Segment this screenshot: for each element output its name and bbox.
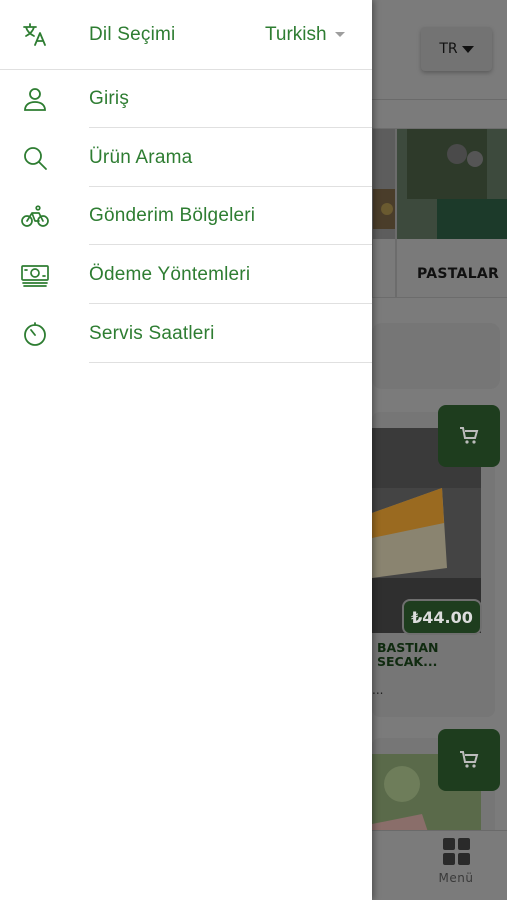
drawer-item-login[interactable]: Giriş bbox=[0, 70, 372, 128]
category-image bbox=[397, 129, 507, 239]
divider bbox=[89, 127, 372, 128]
header-divider bbox=[372, 99, 507, 100]
product-description: ... bbox=[372, 683, 384, 697]
search-icon bbox=[21, 144, 49, 172]
language-dropdown[interactable]: Turkish bbox=[265, 24, 345, 46]
language-selection-row[interactable]: Dil Seçimi Turkish bbox=[0, 0, 372, 70]
category-label: PASTALAR bbox=[417, 266, 500, 282]
product-name-line1: BASTIAN bbox=[377, 640, 439, 655]
bicycle-icon bbox=[21, 202, 49, 230]
language-selected-value: Turkish bbox=[265, 23, 327, 45]
category-card[interactable] bbox=[372, 128, 396, 298]
drawer-item-label: Servis Saatleri bbox=[89, 323, 215, 344]
price-badge: ₺44.00 bbox=[402, 599, 482, 635]
menu-tab[interactable]: Menü bbox=[430, 838, 482, 885]
user-icon bbox=[21, 85, 49, 113]
dropdown-arrow-icon bbox=[334, 32, 345, 37]
language-button[interactable]: TR bbox=[421, 27, 492, 71]
timer-icon bbox=[21, 320, 49, 348]
menu-tab-label: Menü bbox=[438, 871, 474, 885]
caret-down-icon bbox=[461, 45, 474, 53]
drawer-item-label: Ödeme Yöntemleri bbox=[89, 264, 251, 285]
drawer-item-label: Ürün Arama bbox=[89, 147, 193, 168]
language-label: Dil Seçimi bbox=[89, 23, 176, 45]
drawer-item-service-hours[interactable]: Servis Saatleri bbox=[0, 305, 372, 363]
add-to-cart-button[interactable] bbox=[438, 729, 500, 791]
cart-icon bbox=[460, 427, 479, 444]
grid-icon bbox=[442, 838, 470, 865]
drawer-item-payment-methods[interactable]: Ödeme Yöntemleri bbox=[0, 246, 372, 304]
translate-icon bbox=[21, 21, 49, 49]
drawer-item-label: Gönderim Bölgeleri bbox=[89, 205, 256, 226]
cash-icon bbox=[21, 261, 49, 289]
drawer-item-delivery-zones[interactable]: Gönderim Bölgeleri bbox=[0, 187, 372, 245]
background-search-bar[interactable] bbox=[372, 323, 500, 389]
drawer-item-label: Giriş bbox=[89, 88, 130, 109]
language-button-label: TR bbox=[439, 41, 458, 57]
drawer-item-product-search[interactable]: Ürün Arama bbox=[0, 129, 372, 187]
product-name: BASTIAN SECAK... bbox=[377, 641, 439, 669]
divider bbox=[89, 303, 372, 304]
side-drawer: Dil Seçimi Turkish Giriş Ürün Arama Gönd… bbox=[0, 0, 372, 900]
divider bbox=[89, 362, 372, 363]
divider bbox=[89, 244, 372, 245]
category-card-pastalar[interactable]: PASTALAR bbox=[396, 128, 507, 298]
add-to-cart-button[interactable] bbox=[438, 405, 500, 467]
category-image bbox=[373, 129, 395, 239]
product-name-line2: SECAK... bbox=[377, 654, 438, 669]
cart-icon bbox=[460, 751, 479, 768]
